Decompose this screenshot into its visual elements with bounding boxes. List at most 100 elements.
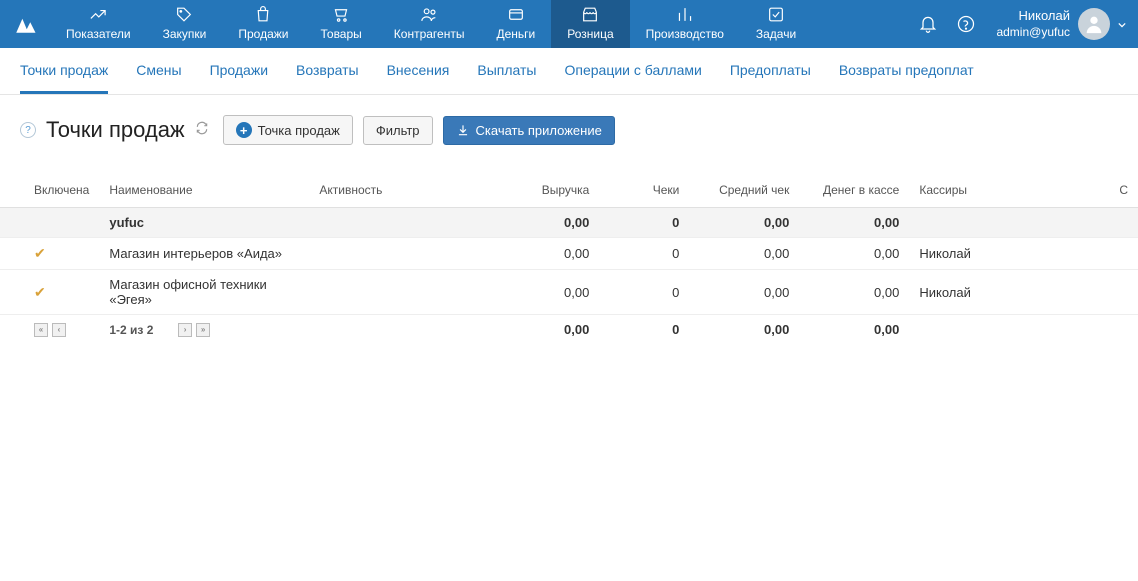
subtab-deposits[interactable]: Внесения (387, 62, 450, 94)
nav-item-production[interactable]: Производство (630, 0, 740, 48)
nav-label: Деньги (496, 27, 535, 41)
help-hint[interactable]: ? (20, 122, 36, 138)
subtab-prepayments[interactable]: Предоплаты (730, 62, 811, 94)
th-revenue[interactable]: Выручка (489, 175, 599, 208)
nav-item-money[interactable]: Деньги (480, 0, 551, 48)
user-text: Николай admin@yufuc (996, 8, 1070, 39)
row-name: Магазин офисной техники «Эгея» (99, 270, 309, 315)
refresh-button[interactable] (195, 121, 213, 139)
notifications-button[interactable] (910, 0, 946, 48)
subtab-returns[interactable]: Возвраты (296, 62, 359, 94)
user-name: Николай (996, 8, 1070, 24)
nav-item-retail[interactable]: Розница (551, 0, 629, 48)
nav-items: Показатели Закупки Продажи Товары Контра… (50, 0, 910, 48)
logo-icon (11, 10, 39, 38)
cart-icon (331, 5, 351, 24)
chevron-down-icon (1118, 17, 1126, 32)
avatar (1078, 8, 1110, 40)
pagination: « ‹ (34, 323, 89, 337)
nav-item-counterparties[interactable]: Контрагенты (378, 0, 481, 48)
group-avg: 0,00 (689, 208, 799, 238)
group-receipts: 0 (599, 208, 689, 238)
group-revenue: 0,00 (489, 208, 599, 238)
pos-table: Включена Наименование Активность Выручка… (0, 175, 1138, 344)
user-icon (1083, 13, 1105, 35)
nav-item-purchases[interactable]: Закупки (147, 0, 223, 48)
nav-item-goods[interactable]: Товары (305, 0, 378, 48)
user-login: admin@yufuc (996, 25, 1070, 40)
nav-label: Задачи (756, 27, 796, 41)
group-cash: 0,00 (799, 208, 909, 238)
nav-right-icons: Николай admin@yufuc (910, 0, 1138, 48)
subtab-payouts[interactable]: Выплаты (477, 62, 536, 94)
subtab-sales[interactable]: Продажи (210, 62, 268, 94)
user-menu[interactable]: Николай admin@yufuc (986, 8, 1132, 40)
download-label: Скачать приложение (476, 123, 602, 138)
download-app-button[interactable]: Скачать приложение (443, 116, 615, 145)
page-next-button[interactable]: › (178, 323, 192, 337)
footer-receipts: 0 (599, 315, 689, 345)
nav-label: Розница (567, 27, 613, 41)
plus-icon: + (236, 122, 252, 138)
row-receipts: 0 (599, 238, 689, 270)
page-prev-button[interactable]: ‹ (52, 323, 66, 337)
check-square-icon (766, 5, 786, 24)
stats-icon (675, 5, 695, 24)
page-first-button[interactable]: « (34, 323, 48, 337)
nav-label: Продажи (238, 27, 288, 41)
th-receipts[interactable]: Чеки (599, 175, 689, 208)
footer-avg: 0,00 (689, 315, 799, 345)
row-cash: 0,00 (799, 270, 909, 315)
tag-icon (174, 5, 194, 24)
download-icon (456, 123, 470, 137)
nav-label: Контрагенты (394, 27, 465, 41)
top-nav: Показатели Закупки Продажи Товары Контра… (0, 0, 1138, 48)
th-enabled[interactable]: Включена (0, 175, 99, 208)
nav-label: Закупки (163, 27, 207, 41)
page-header: ? Точки продаж + Точка продаж Фильтр Ска… (0, 95, 1138, 161)
subtab-prepayment-returns[interactable]: Возвраты предоплат (839, 62, 974, 94)
store-icon (580, 5, 600, 24)
nav-item-sales[interactable]: Продажи (222, 0, 304, 48)
add-pos-label: Точка продаж (258, 123, 340, 138)
th-schedule[interactable]: С (1079, 175, 1138, 208)
nav-label: Производство (646, 27, 724, 41)
check-icon: ✔ (34, 284, 46, 300)
th-activity[interactable]: Активность (309, 175, 489, 208)
table-row[interactable]: ✔ Магазин офисной техники «Эгея» 0,00 0 … (0, 270, 1138, 315)
add-pos-button[interactable]: + Точка продаж (223, 115, 353, 145)
subtabs: Точки продаж Смены Продажи Возвраты Внес… (0, 48, 1138, 95)
refresh-icon (195, 121, 209, 135)
nav-label: Показатели (66, 27, 131, 41)
bell-icon (918, 14, 938, 34)
subtab-shifts[interactable]: Смены (136, 62, 181, 94)
filter-label: Фильтр (376, 123, 420, 138)
pagination-info: 1-2 из 2 › » (109, 323, 299, 337)
help-button[interactable] (948, 0, 984, 48)
wallet-icon (506, 5, 526, 24)
th-name[interactable]: Наименование (99, 175, 309, 208)
filter-button[interactable]: Фильтр (363, 116, 433, 145)
chart-icon (88, 5, 108, 24)
row-cash: 0,00 (799, 238, 909, 270)
users-icon (419, 5, 439, 24)
nav-label: Товары (321, 27, 362, 41)
th-cashiers[interactable]: Кассиры (909, 175, 1079, 208)
nav-item-tasks[interactable]: Задачи (740, 0, 812, 48)
nav-item-indicators[interactable]: Показатели (50, 0, 147, 48)
bag-icon (253, 5, 273, 24)
footer-cash: 0,00 (799, 315, 909, 345)
check-icon: ✔ (34, 245, 46, 261)
th-avgcheck[interactable]: Средний чек (689, 175, 799, 208)
th-cash[interactable]: Денег в кассе (799, 175, 909, 208)
table-row[interactable]: ✔ Магазин интерьеров «Аида» 0,00 0 0,00 … (0, 238, 1138, 270)
page-title: Точки продаж (46, 117, 185, 143)
subtab-pos[interactable]: Точки продаж (20, 62, 108, 94)
row-cashiers: Николай (909, 238, 1079, 270)
subtab-points-ops[interactable]: Операции с баллами (564, 62, 701, 94)
footer-revenue: 0,00 (489, 315, 599, 345)
row-revenue: 0,00 (489, 238, 599, 270)
table-group-row[interactable]: yufuc 0,00 0 0,00 0,00 (0, 208, 1138, 238)
logo[interactable] (0, 0, 50, 48)
page-last-button[interactable]: » (196, 323, 210, 337)
